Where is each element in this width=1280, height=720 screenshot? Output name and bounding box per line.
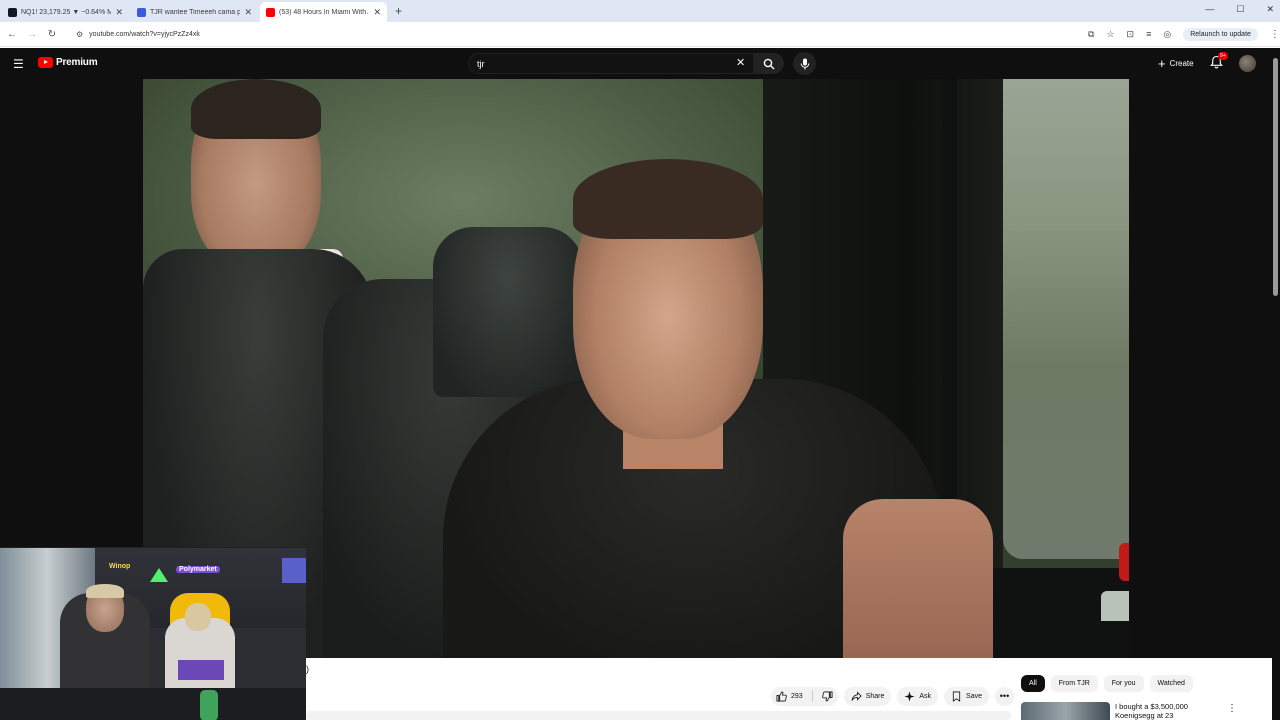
- scrollbar-thumb[interactable]: [1273, 58, 1278, 296]
- forward-icon[interactable]: →: [22, 29, 42, 40]
- account-avatar[interactable]: [1239, 55, 1256, 72]
- voice-search-button[interactable]: [793, 52, 816, 75]
- youtube-favicon-icon: [266, 7, 275, 17]
- chrome-menu-icon[interactable]: ⋮: [1270, 29, 1280, 40]
- close-window-icon[interactable]: ✕: [1266, 4, 1274, 15]
- save-label: Save: [966, 692, 983, 700]
- new-tab-icon[interactable]: +: [395, 4, 402, 18]
- tab-close-icon[interactable]: ✕: [244, 7, 252, 18]
- description-box-edge: [306, 711, 1011, 720]
- tab-title: NQ1! 23,179.25 ▼ −0.64% MA…: [21, 8, 112, 16]
- clear-search-icon[interactable]: ✕: [736, 56, 745, 69]
- create-button[interactable]: + Create: [1152, 54, 1200, 73]
- browser-tab-1[interactable]: NQ1! 23,179.25 ▼ −0.64% MA… ✕: [2, 2, 129, 22]
- page-scrollbar[interactable]: [1272, 48, 1280, 720]
- like-count: 293: [791, 692, 803, 700]
- like-button[interactable]: 293: [776, 691, 803, 702]
- webcam-neon-sign-left: Winop: [109, 563, 131, 570]
- search-button[interactable]: [754, 53, 784, 74]
- relaunch-button[interactable]: Relaunch to update: [1183, 27, 1258, 41]
- back-icon[interactable]: ←: [2, 29, 22, 40]
- browser-tab-strip: NQ1! 23,179.25 ▼ −0.64% MA… ✕ TJR wantee…: [0, 0, 1280, 22]
- chip-watched[interactable]: Watched: [1149, 675, 1193, 692]
- tab-title: (53) 48 Hours In Miami With…: [279, 8, 370, 16]
- webcam-neon-sign-right: Polymarket: [176, 566, 220, 573]
- search-input[interactable]: tjr: [468, 53, 754, 74]
- youtube-logo[interactable]: Premium: [38, 57, 98, 68]
- thumbs-down-icon: [821, 691, 833, 701]
- recommended-title[interactable]: I bought a $3,500,000 Koenigsegg at 23: [1115, 702, 1215, 720]
- browser-tab-2[interactable]: TJR wantee Timeeeh cama proj… ✕: [131, 2, 258, 22]
- sparkle-icon: [904, 690, 915, 702]
- tab-close-icon[interactable]: ✕: [115, 7, 123, 18]
- search-icon: [763, 58, 775, 69]
- media-icon[interactable]: ≡: [1146, 29, 1151, 39]
- site-info-icon[interactable]: ⚙: [76, 30, 83, 39]
- dislike-button[interactable]: [821, 691, 833, 702]
- tab-title: TJR wantee Timeeeh cama proj…: [150, 8, 241, 16]
- cast-icon[interactable]: ⧉: [1088, 29, 1094, 40]
- notification-badge: 9+: [1218, 52, 1228, 60]
- browser-tab-3-active[interactable]: (53) 48 Hours In Miami With… ✕: [260, 2, 387, 22]
- url-text: youtube.com/watch?v=yjycPzZz4xk: [89, 30, 200, 38]
- share-button[interactable]: Share: [843, 686, 892, 706]
- streamer-webcam-overlay: Winop Polymarket: [0, 547, 306, 720]
- create-label: Create: [1169, 59, 1194, 68]
- brand-label: Premium: [56, 57, 98, 68]
- notifications-button[interactable]: 9+: [1210, 52, 1228, 74]
- masthead: ☰ Premium tjr ✕ + Create 9+: [0, 48, 1280, 79]
- plus-icon: +: [1158, 56, 1166, 71]
- minimize-icon[interactable]: —: [1205, 4, 1214, 15]
- bookmark-icon: [952, 691, 961, 702]
- browser-toolbar: ← → ↻ ⚙ youtube.com/watch?v=yjycPzZz4xk …: [0, 22, 1280, 47]
- chip-from-tjr[interactable]: From TJR: [1050, 675, 1098, 692]
- address-bar[interactable]: ⚙ youtube.com/watch?v=yjycPzZz4xk: [70, 24, 1080, 44]
- hamburger-menu-icon[interactable]: ☰: [13, 57, 24, 71]
- save-button[interactable]: Save: [944, 686, 990, 706]
- like-dislike-group: 293: [771, 686, 838, 706]
- tradingview-favicon-icon: [8, 7, 17, 17]
- bookmark-star-icon[interactable]: ☆: [1106, 29, 1114, 40]
- webcam-triangle-logo-icon: [150, 568, 168, 582]
- more-horizontal-icon: •••: [999, 691, 1010, 701]
- search-query: tjr: [477, 58, 485, 69]
- profile-icon[interactable]: ◎: [1163, 29, 1171, 40]
- thumbs-up-icon: [776, 691, 787, 701]
- recommended-video[interactable]: I bought a $3,500,000 Koenigsegg at 23: [1021, 702, 1215, 720]
- recommended-thumbnail[interactable]: [1021, 702, 1110, 720]
- video-title-fragment: ): [306, 664, 309, 674]
- recommended-more-icon[interactable]: ⋮: [1227, 703, 1237, 714]
- chip-for-you[interactable]: For you: [1103, 675, 1144, 692]
- youtube-play-logo-icon: [38, 57, 53, 68]
- tab-close-icon[interactable]: ✕: [373, 7, 381, 18]
- ask-label: Ask: [919, 692, 932, 700]
- chip-all[interactable]: All: [1021, 675, 1045, 692]
- related-filter-chips: All From TJR For you Watched: [1021, 675, 1193, 692]
- ask-button[interactable]: Ask: [897, 686, 939, 706]
- share-label: Share: [865, 692, 885, 700]
- share-icon: [851, 690, 862, 701]
- app-favicon-icon: [137, 7, 146, 17]
- reload-icon[interactable]: ↻: [42, 29, 62, 40]
- video-actions: 293 Share Ask Save •••: [771, 686, 1015, 706]
- more-actions-button[interactable]: •••: [995, 686, 1015, 706]
- window-controls: — ☐ ✕: [1205, 4, 1274, 15]
- maximize-icon[interactable]: ☐: [1236, 4, 1244, 15]
- extensions-icon[interactable]: ⊡: [1127, 29, 1135, 40]
- microphone-icon: [800, 58, 809, 69]
